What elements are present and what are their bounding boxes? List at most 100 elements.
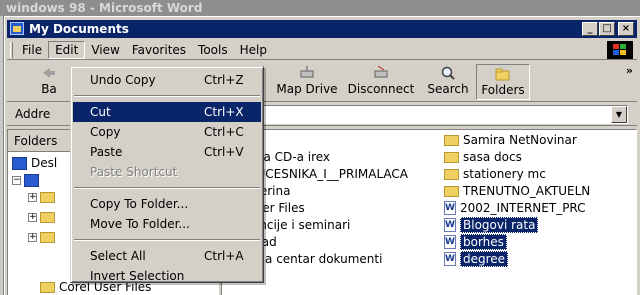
- folders-label: Folders: [481, 83, 525, 97]
- expand-icon[interactable]: +: [28, 213, 37, 222]
- menu-item-invert-selection[interactable]: Invert Selection: [73, 266, 261, 286]
- menu-item-move-to-folder[interactable]: Move To Folder...: [73, 214, 261, 234]
- collapse-icon[interactable]: −: [12, 176, 21, 185]
- folder-icon: [40, 192, 55, 203]
- folder-icon: [444, 151, 459, 163]
- menu-item-label: Select All: [90, 249, 146, 263]
- title-bar[interactable]: My Documents _ □ ×: [7, 20, 637, 38]
- menu-view[interactable]: View: [85, 41, 125, 59]
- menu-item-shortcut: Ctrl+C: [204, 125, 244, 139]
- menu-item-label: Paste Shortcut: [90, 165, 178, 179]
- expand-icon[interactable]: +: [28, 233, 37, 242]
- file-name: stationery mc: [463, 167, 546, 181]
- list-item-selected[interactable]: degree: [444, 251, 509, 267]
- list-item[interactable]: sasa docs: [444, 149, 522, 165]
- menubar-grip[interactable]: [10, 41, 13, 58]
- my-documents-icon: [24, 174, 39, 187]
- window-controls: _ □ ×: [581, 22, 634, 36]
- background-window-title: windows 98 - Microsoft Word: [0, 0, 640, 16]
- menu-item-label: Move To Folder...: [90, 217, 190, 231]
- edit-menu-dropdown: Undo Copy Ctrl+Z Cut Ctrl+X Copy Ctrl+C Pas…: [70, 66, 264, 283]
- toolbar-overflow-chevron-icon[interactable]: »: [626, 64, 633, 77]
- back-arrow-icon: [43, 68, 55, 78]
- menu-separator: [74, 239, 260, 241]
- back-label: Ba: [41, 82, 57, 96]
- minimize-button[interactable]: _: [582, 22, 598, 36]
- list-item-selected[interactable]: Blogovi rata: [444, 217, 539, 233]
- folder-icon: [444, 168, 459, 180]
- disconnect-icon: [374, 66, 388, 78]
- map-drive-button[interactable]: Map Drive: [269, 64, 345, 100]
- tree-item[interactable]: +: [28, 192, 59, 203]
- back-button[interactable]: Ba: [29, 64, 69, 100]
- windows-logo-icon: [607, 41, 633, 59]
- map-drive-label: Map Drive: [276, 82, 338, 96]
- file-name: TRENUTNO_AKTUELN: [463, 184, 591, 198]
- file-name: 2002_INTERNET_PRC: [460, 201, 586, 215]
- file-name: Samira NetNovinar: [463, 133, 577, 147]
- tree-item-my-documents[interactable]: −: [12, 174, 43, 187]
- close-button[interactable]: ×: [618, 22, 634, 36]
- folder-icon: [40, 281, 55, 293]
- folder-icon: [444, 185, 459, 197]
- address-input[interactable]: ▼: [262, 105, 628, 124]
- file-list: lobe niva sa CD-a irex LZE_UCESNIKA_I__P…: [221, 129, 637, 295]
- menu-item-undo-copy[interactable]: Undo Copy Ctrl+Z: [73, 70, 261, 90]
- folder-icon: [444, 134, 459, 146]
- menu-item-paste[interactable]: Paste Ctrl+V: [73, 142, 261, 162]
- tree-item[interactable]: +: [28, 232, 59, 243]
- menu-item-select-all[interactable]: Select All Ctrl+A: [73, 246, 261, 266]
- file-name: sasa docs: [463, 150, 522, 164]
- desktop-icon: [12, 156, 27, 170]
- list-item-selected[interactable]: borhes: [444, 234, 507, 250]
- file-name: Blogovi rata: [460, 217, 539, 233]
- menu-separator: [74, 187, 260, 189]
- window-title: My Documents: [29, 22, 129, 36]
- menu-item-label: Copy: [90, 125, 121, 139]
- menu-item-copy-to-folder[interactable]: Copy To Folder...: [73, 194, 261, 214]
- disconnect-label: Disconnect: [347, 82, 415, 96]
- folder-icon: [40, 232, 55, 243]
- tree-item[interactable]: +: [28, 212, 59, 223]
- menu-tools[interactable]: Tools: [192, 41, 234, 59]
- menu-item-label: Copy To Folder...: [90, 197, 189, 211]
- menu-item-shortcut: Ctrl+V: [204, 145, 244, 159]
- map-drive-icon: [300, 66, 314, 78]
- menu-item-label: Cut: [90, 105, 111, 119]
- address-dropdown-button[interactable]: ▼: [611, 106, 627, 123]
- disconnect-button[interactable]: Disconnect: [345, 64, 417, 100]
- menu-item-shortcut: Ctrl+A: [204, 249, 244, 263]
- list-item[interactable]: 2002_INTERNET_PRC: [444, 200, 586, 216]
- menu-item-label: Paste: [90, 145, 123, 159]
- tree-item-desktop[interactable]: Desl: [12, 156, 57, 170]
- file-name: borhes: [460, 234, 507, 250]
- my-documents-icon: [10, 22, 24, 35]
- search-icon: [441, 66, 455, 80]
- tree-item-label: Desl: [31, 156, 58, 170]
- word-document-icon: [444, 201, 456, 215]
- maximize-button[interactable]: □: [599, 22, 615, 36]
- menu-item-paste-shortcut: Paste Shortcut: [73, 162, 261, 182]
- menu-item-copy[interactable]: Copy Ctrl+C: [73, 122, 261, 142]
- menu-item-label: Invert Selection: [90, 269, 185, 283]
- menu-item-cut[interactable]: Cut Ctrl+X: [73, 102, 261, 122]
- address-label: Addre: [15, 107, 51, 121]
- menu-file[interactable]: File: [16, 41, 48, 59]
- list-item[interactable]: TRENUTNO_AKTUELN: [444, 183, 590, 199]
- menu-separator: [74, 95, 260, 97]
- menu-edit[interactable]: Edit: [48, 40, 86, 59]
- menu-item-shortcut: Ctrl+Z: [204, 73, 244, 87]
- word-document-icon: [444, 252, 456, 266]
- list-item[interactable]: Samira NetNovinar: [444, 132, 577, 148]
- folders-button[interactable]: Folders: [476, 64, 530, 100]
- search-button[interactable]: Search: [423, 64, 473, 100]
- menu-item-label: Undo Copy: [90, 73, 156, 87]
- menu-help[interactable]: Help: [234, 41, 273, 59]
- menu-item-shortcut: Ctrl+X: [204, 105, 244, 119]
- file-name: degree: [460, 251, 509, 267]
- folders-icon: [495, 68, 510, 81]
- expand-icon[interactable]: +: [28, 193, 37, 202]
- menu-favorites[interactable]: Favorites: [126, 41, 192, 59]
- list-item[interactable]: stationery mc: [444, 166, 546, 182]
- folder-icon: [40, 212, 55, 223]
